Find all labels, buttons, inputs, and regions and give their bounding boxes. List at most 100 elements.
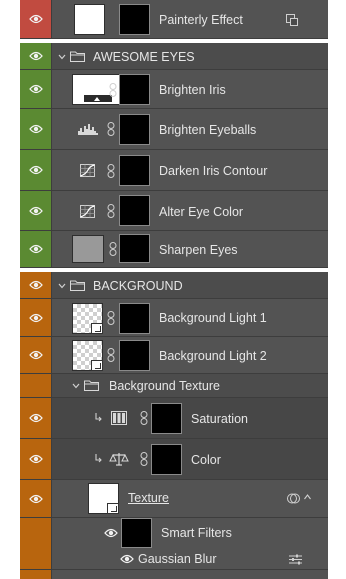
layer-name[interactable]: Darken Iris Contour bbox=[159, 164, 267, 178]
color-balance-icon bbox=[109, 453, 129, 466]
visibility-cell[interactable] bbox=[20, 150, 52, 190]
layer-mask-thumbnail[interactable] bbox=[119, 340, 150, 371]
filter-name[interactable]: Gaussian Blur bbox=[138, 552, 217, 566]
smart-filter-icon[interactable] bbox=[287, 492, 300, 505]
chevron-down-icon[interactable] bbox=[72, 382, 80, 390]
chevron-down-icon[interactable] bbox=[58, 53, 66, 61]
visibility-cell[interactable] bbox=[20, 480, 52, 517]
eye-icon[interactable] bbox=[29, 165, 43, 175]
filter-gaussian-blur[interactable]: Gaussian Blur bbox=[20, 548, 328, 570]
visibility-cell[interactable] bbox=[20, 191, 52, 230]
layer-sharpen-eyes[interactable]: Sharpen Eyes bbox=[20, 231, 328, 268]
layer-mask-thumbnail[interactable] bbox=[151, 403, 182, 434]
panel-footer bbox=[20, 570, 328, 579]
eye-icon[interactable] bbox=[29, 51, 43, 61]
layer-texture[interactable]: Texture bbox=[20, 480, 328, 518]
eye-icon[interactable] bbox=[29, 280, 43, 290]
smart-filter-mask-thumbnail[interactable] bbox=[121, 518, 152, 548]
eye-icon[interactable] bbox=[29, 350, 43, 360]
link-icon[interactable] bbox=[109, 242, 117, 256]
eye-icon[interactable] bbox=[29, 124, 43, 134]
layer-name[interactable]: Brighten Iris bbox=[159, 83, 226, 97]
layer-mask-thumbnail[interactable] bbox=[119, 303, 150, 334]
chevron-down-icon[interactable] bbox=[58, 282, 66, 290]
group-background[interactable]: BACKGROUND bbox=[20, 272, 328, 299]
visibility-cell[interactable] bbox=[20, 70, 52, 108]
group-name[interactable]: BACKGROUND bbox=[93, 279, 183, 293]
visibility-cell[interactable] bbox=[20, 43, 52, 69]
visibility-cell[interactable] bbox=[20, 109, 52, 149]
smart-filters-label[interactable]: Smart Filters bbox=[161, 526, 232, 540]
layer-name[interactable]: Background Light 1 bbox=[159, 311, 267, 325]
layer-background-light-2[interactable]: Background Light 2 bbox=[20, 337, 328, 374]
layer-name[interactable]: Color bbox=[191, 453, 221, 467]
eye-icon[interactable] bbox=[29, 454, 43, 464]
layer-mask-thumbnail[interactable] bbox=[119, 74, 150, 105]
eye-icon[interactable] bbox=[120, 554, 134, 564]
layer-name[interactable]: Painterly Effect bbox=[159, 13, 243, 27]
link-icon[interactable] bbox=[107, 311, 115, 325]
layer-name[interactable]: Alter Eye Color bbox=[159, 205, 243, 219]
visibility-cell bbox=[20, 374, 52, 397]
layer-name[interactable]: Saturation bbox=[191, 412, 248, 426]
link-icon[interactable] bbox=[140, 452, 148, 466]
visibility-cell[interactable] bbox=[20, 337, 52, 373]
visibility-cell[interactable] bbox=[20, 231, 52, 267]
visibility-cell[interactable] bbox=[20, 398, 52, 438]
group-name[interactable]: AWESOME EYES bbox=[93, 50, 195, 64]
smart-object-icon bbox=[286, 13, 298, 31]
layer-name[interactable]: Texture bbox=[128, 491, 169, 505]
curves-icon bbox=[80, 205, 95, 218]
eye-icon[interactable] bbox=[29, 313, 43, 323]
layer-mask-thumbnail[interactable] bbox=[119, 234, 150, 263]
layer-name[interactable]: Sharpen Eyes bbox=[159, 243, 238, 257]
visibility-cell[interactable] bbox=[20, 272, 52, 298]
folder-icon bbox=[70, 280, 85, 291]
layer-thumbnail[interactable] bbox=[72, 303, 103, 334]
visibility-cell[interactable] bbox=[20, 0, 52, 38]
layer-darken-iris-contour[interactable]: Darken Iris Contour bbox=[20, 150, 328, 191]
layer-name[interactable]: Brighten Eyeballs bbox=[159, 123, 256, 137]
filter-options-icon[interactable] bbox=[289, 554, 302, 565]
chevron-up-icon[interactable] bbox=[304, 494, 311, 500]
clipping-arrow-icon bbox=[95, 413, 102, 422]
layer-mask-thumbnail[interactable] bbox=[119, 114, 150, 145]
link-icon[interactable] bbox=[107, 122, 115, 136]
link-icon[interactable] bbox=[109, 83, 117, 97]
visibility-cell[interactable] bbox=[20, 439, 52, 479]
layer-thumbnail[interactable] bbox=[88, 483, 119, 514]
gray-thumbnail[interactable] bbox=[72, 235, 104, 263]
layer-thumbnail[interactable] bbox=[72, 340, 103, 371]
smart-filters-row[interactable]: Smart Filters bbox=[20, 518, 328, 548]
layer-mask-thumbnail[interactable] bbox=[119, 155, 150, 186]
group-background-texture[interactable]: Background Texture bbox=[20, 374, 328, 398]
eye-icon[interactable] bbox=[29, 14, 43, 24]
eye-icon[interactable] bbox=[29, 84, 43, 94]
link-icon[interactable] bbox=[107, 348, 115, 362]
link-icon[interactable] bbox=[107, 204, 115, 218]
eye-icon[interactable] bbox=[29, 206, 43, 216]
visibility-cell bbox=[20, 518, 52, 548]
link-icon[interactable] bbox=[140, 411, 148, 425]
layer-saturation[interactable]: Saturation bbox=[20, 398, 328, 439]
layer-mask-thumbnail[interactable] bbox=[119, 195, 150, 226]
layer-thumbnail[interactable] bbox=[74, 4, 105, 35]
eye-icon[interactable] bbox=[104, 528, 118, 538]
layer-mask-thumbnail[interactable] bbox=[151, 444, 182, 475]
group-name[interactable]: Background Texture bbox=[109, 379, 220, 393]
hue-saturation-icon bbox=[111, 411, 127, 425]
layer-background-light-1[interactable]: Background Light 1 bbox=[20, 299, 328, 337]
group-awesome-eyes[interactable]: AWESOME EYES bbox=[20, 43, 328, 70]
layer-alter-eye-color[interactable]: Alter Eye Color bbox=[20, 191, 328, 231]
eye-icon[interactable] bbox=[29, 244, 43, 254]
eye-icon[interactable] bbox=[29, 413, 43, 423]
layer-brighten-iris[interactable]: Brighten Iris bbox=[20, 70, 328, 109]
eye-icon[interactable] bbox=[29, 494, 43, 504]
layer-painterly-effect[interactable]: Painterly Effect bbox=[20, 0, 328, 39]
visibility-cell[interactable] bbox=[20, 299, 52, 336]
layer-mask-thumbnail[interactable] bbox=[119, 4, 150, 35]
layer-brighten-eyeballs[interactable]: Brighten Eyeballs bbox=[20, 109, 328, 150]
layer-color[interactable]: Color bbox=[20, 439, 328, 480]
link-icon[interactable] bbox=[107, 164, 115, 178]
layer-name[interactable]: Background Light 2 bbox=[159, 349, 267, 363]
